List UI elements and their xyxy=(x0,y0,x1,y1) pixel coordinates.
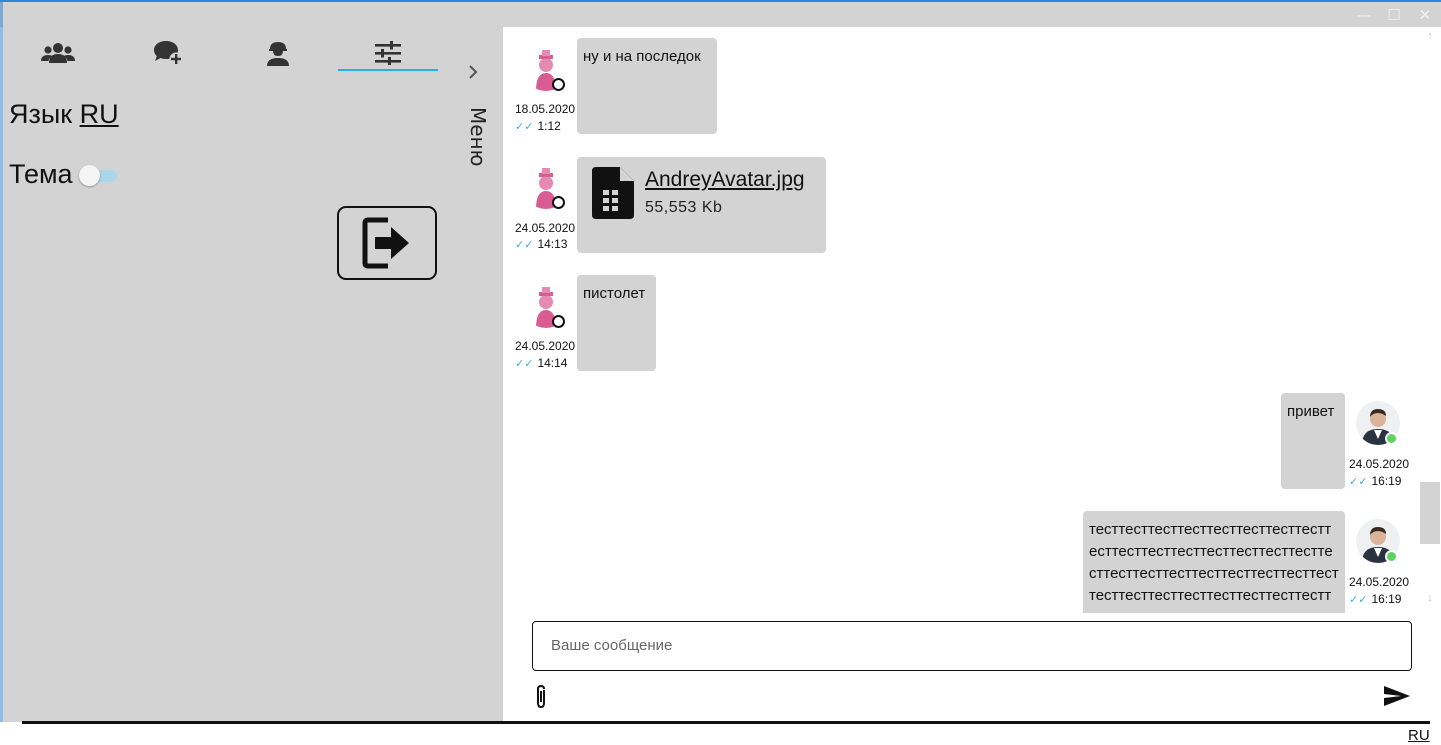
message-text: ну и на последок xyxy=(583,48,701,65)
file-info: AndreyAvatar.jpg 55,553 Kb xyxy=(645,169,805,219)
sidebar: Меню Язык RU Тема xyxy=(3,27,503,722)
language-setting: Язык RU xyxy=(9,99,119,130)
close-button[interactable]: ✕ xyxy=(1413,6,1437,24)
read-ticks-icon: ✓✓ xyxy=(515,358,534,370)
scroll-down-arrow[interactable]: ↓ xyxy=(1420,592,1440,610)
read-ticks-icon: ✓✓ xyxy=(1349,594,1368,606)
logout-icon xyxy=(362,217,409,269)
spreadsheet-file-icon xyxy=(592,167,634,219)
minimize-button[interactable]: — xyxy=(1352,6,1376,24)
file-size: 55,553 Kb xyxy=(645,199,723,216)
message-bubble[interactable]: тесттесттесттесттесттесттесттесттесттест… xyxy=(1083,511,1345,613)
footer-language-link[interactable]: RU xyxy=(1408,727,1430,744)
message-bubble[interactable]: ну и на последок xyxy=(577,38,717,134)
message-date: 24.05.2020 xyxy=(515,221,576,235)
time-value: 16:19 xyxy=(1371,592,1402,606)
read-ticks-icon: ✓✓ xyxy=(1349,476,1368,488)
message-date: 24.05.2020 xyxy=(1349,575,1410,589)
language-label: Язык xyxy=(9,99,73,129)
offline-status-indicator xyxy=(552,78,565,91)
time-value: 14:13 xyxy=(537,237,568,251)
maximize-button[interactable]: ☐ xyxy=(1382,6,1406,24)
message-time: ✓✓ 16:19 xyxy=(1349,592,1401,606)
message-text: пистолет xyxy=(583,285,646,302)
new-chat-icon xyxy=(154,41,183,66)
active-tab-indicator xyxy=(338,69,438,71)
theme-toggle[interactable] xyxy=(78,163,119,187)
message-date: 24.05.2020 xyxy=(1349,457,1410,471)
time-value: 16:19 xyxy=(1371,474,1402,488)
worker-profile-icon xyxy=(267,42,289,66)
toggle-knob xyxy=(78,164,100,186)
offline-status-indicator xyxy=(552,196,565,209)
message-text: тесттесттесттесттесттесттесттесттесттест… xyxy=(1089,521,1339,613)
tab-profile[interactable] xyxy=(228,35,328,71)
message-bubble[interactable]: привет xyxy=(1281,393,1345,489)
message-time: ✓✓ 14:14 xyxy=(515,356,567,370)
message-time: ✓✓ 16:19 xyxy=(1349,474,1401,488)
messenger-app: — ☐ ✕ Меню Язык RU Тема 18.05.2020 ✓✓ 1:… xyxy=(0,0,1441,745)
paperclip-icon[interactable] xyxy=(531,684,551,710)
theme-setting: Тема xyxy=(9,159,119,190)
scroll-up-arrow[interactable]: ↑ xyxy=(1420,30,1440,48)
file-name-link[interactable]: AndreyAvatar.jpg xyxy=(645,169,805,191)
scrollbar-thumb[interactable] xyxy=(1420,482,1440,544)
message-time: ✓✓ 14:13 xyxy=(515,237,567,251)
time-value: 1:12 xyxy=(537,119,561,133)
read-ticks-icon: ✓✓ xyxy=(515,121,534,133)
tab-contacts[interactable] xyxy=(8,35,108,71)
message-text: привет xyxy=(1287,403,1335,420)
chat-panel: 18.05.2020 ✓✓ 1:12 ну и на последок 24.05… xyxy=(503,27,1441,613)
tab-new-chat[interactable] xyxy=(118,35,218,71)
language-selector[interactable]: RU xyxy=(80,99,119,129)
message-date: 24.05.2020 xyxy=(515,339,576,353)
send-icon[interactable] xyxy=(1383,684,1411,708)
read-ticks-icon: ✓✓ xyxy=(515,239,534,251)
chevron-right-icon[interactable] xyxy=(465,63,481,81)
file-message-bubble[interactable]: AndreyAvatar.jpg 55,553 Kb xyxy=(577,157,826,253)
online-status-indicator xyxy=(1385,432,1398,445)
message-input-placeholder: Ваше сообщение xyxy=(551,637,673,654)
online-status-indicator xyxy=(1385,550,1398,563)
logout-button[interactable] xyxy=(337,206,437,280)
users-group-icon xyxy=(41,43,75,63)
message-bubble[interactable]: пистолет xyxy=(577,275,656,371)
message-date: 18.05.2020 xyxy=(515,102,576,116)
tab-settings[interactable] xyxy=(338,35,438,71)
footer-divider xyxy=(22,721,1430,724)
settings-sliders-icon xyxy=(375,41,401,65)
time-value: 14:14 xyxy=(537,356,568,370)
theme-label: Тема xyxy=(9,159,73,189)
message-input[interactable]: Ваше сообщение xyxy=(532,621,1412,671)
window-titlebar: — ☐ ✕ xyxy=(0,0,1441,27)
message-time: ✓✓ 1:12 xyxy=(515,119,561,133)
menu-toggle-label[interactable]: Меню xyxy=(460,107,490,177)
offline-status-indicator xyxy=(552,315,565,328)
